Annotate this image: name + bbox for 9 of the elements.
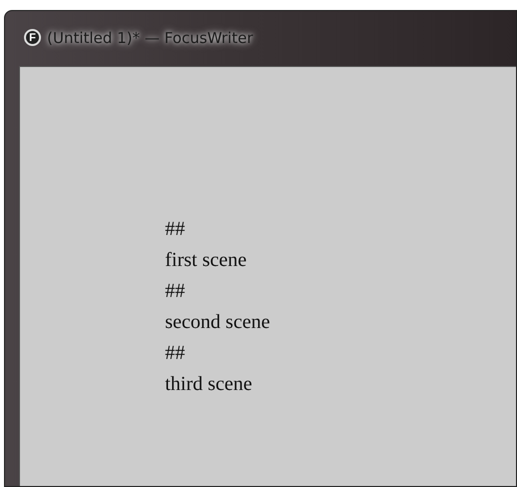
text-line: ##: [165, 279, 186, 304]
text-line: first scene: [165, 248, 248, 273]
text-line: ##: [165, 341, 186, 366]
text-line: second scene: [165, 310, 271, 335]
text-line: ##: [165, 217, 186, 242]
window-title: (Untitled 1)* — FocusWriter: [47, 28, 253, 46]
editor-area[interactable]: ## first scene ## second scene ## third scene: [19, 66, 516, 486]
text-line: third scene: [165, 372, 254, 397]
app-icon[interactable]: F: [24, 29, 41, 46]
